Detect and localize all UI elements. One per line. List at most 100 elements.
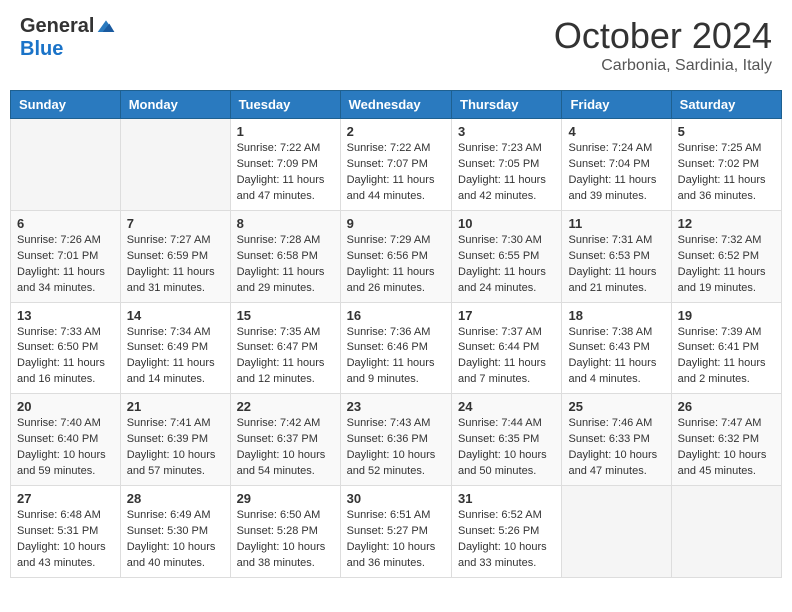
day-cell xyxy=(120,119,230,211)
day-cell: 8 Sunrise: 7:28 AMSunset: 6:58 PMDaylight… xyxy=(230,210,340,302)
day-number: 10 xyxy=(458,216,555,231)
week-row-5: 27 Sunrise: 6:48 AMSunset: 5:31 PMDayligh… xyxy=(11,486,782,578)
day-info: Sunrise: 7:33 AMSunset: 6:50 PMDaylight:… xyxy=(17,325,114,389)
week-row-3: 13 Sunrise: 7:33 AMSunset: 6:50 PMDayligh… xyxy=(11,302,782,394)
day-cell: 16Sunrise: 7:36 AMSunset: 6:46 PMDayligh… xyxy=(340,302,451,394)
day-info: Sunrise: 7:46 AMSunset: 6:33 PMDaylight:… xyxy=(568,416,664,480)
day-cell: 24Sunrise: 7:44 AMSunset: 6:35 PMDayligh… xyxy=(452,394,562,486)
day-cell: 4 Sunrise: 7:24 AMSunset: 7:04 PMDaylight… xyxy=(562,119,671,211)
day-number: 15 xyxy=(237,308,334,323)
day-info: Sunrise: 7:24 AMSunset: 7:04 PMDaylight:… xyxy=(568,141,664,205)
day-info: Sunrise: 7:42 AMSunset: 6:37 PMDaylight:… xyxy=(237,416,334,480)
day-info: Sunrise: 7:28 AMSunset: 6:58 PMDaylight:… xyxy=(237,233,334,297)
month-title: October 2024 xyxy=(554,15,772,57)
day-number: 26 xyxy=(678,399,775,414)
week-row-2: 6 Sunrise: 7:26 AMSunset: 7:01 PMDaylight… xyxy=(11,210,782,302)
day-info: Sunrise: 7:37 AMSunset: 6:44 PMDaylight:… xyxy=(458,325,555,389)
day-cell: 29 Sunrise: 6:50 AMSunset: 5:28 PMDayligh… xyxy=(230,486,340,578)
day-cell: 12Sunrise: 7:32 AMSunset: 6:52 PMDayligh… xyxy=(671,210,781,302)
weekday-header-thursday: Thursday xyxy=(452,91,562,119)
day-number: 30 xyxy=(347,491,445,506)
day-number: 1 xyxy=(237,124,334,139)
weekday-header-saturday: Saturday xyxy=(671,91,781,119)
logo-blue-text: Blue xyxy=(20,38,63,61)
day-cell: 26 Sunrise: 7:47 AMSunset: 6:32 PMDayligh… xyxy=(671,394,781,486)
day-cell: 30 Sunrise: 6:51 AMSunset: 5:27 PMDayligh… xyxy=(340,486,451,578)
logo: General Blue xyxy=(20,15,116,61)
day-number: 8 xyxy=(237,216,334,231)
day-info: Sunrise: 7:31 AMSunset: 6:53 PMDaylight:… xyxy=(568,233,664,297)
day-info: Sunrise: 6:51 AMSunset: 5:27 PMDaylight:… xyxy=(347,508,445,572)
day-number: 5 xyxy=(678,124,775,139)
day-cell: 23 Sunrise: 7:43 AMSunset: 6:36 PMDayligh… xyxy=(340,394,451,486)
day-number: 11 xyxy=(568,216,664,231)
day-number: 27 xyxy=(17,491,114,506)
day-cell: 18Sunrise: 7:38 AMSunset: 6:43 PMDayligh… xyxy=(562,302,671,394)
day-cell: 7Sunrise: 7:27 AMSunset: 6:59 PMDaylight… xyxy=(120,210,230,302)
day-number: 17 xyxy=(458,308,555,323)
day-cell: 28Sunrise: 6:49 AMSunset: 5:30 PMDayligh… xyxy=(120,486,230,578)
weekday-header-monday: Monday xyxy=(120,91,230,119)
day-info: Sunrise: 6:50 AMSunset: 5:28 PMDaylight:… xyxy=(237,508,334,572)
weekday-header-wednesday: Wednesday xyxy=(340,91,451,119)
day-number: 22 xyxy=(237,399,334,414)
day-cell: 5 Sunrise: 7:25 AMSunset: 7:02 PMDaylight… xyxy=(671,119,781,211)
week-row-4: 20 Sunrise: 7:40 AMSunset: 6:40 PMDayligh… xyxy=(11,394,782,486)
day-cell: 20 Sunrise: 7:40 AMSunset: 6:40 PMDayligh… xyxy=(11,394,121,486)
day-number: 23 xyxy=(347,399,445,414)
day-cell: 17 Sunrise: 7:37 AMSunset: 6:44 PMDayligh… xyxy=(452,302,562,394)
day-cell: 3 Sunrise: 7:23 AMSunset: 7:05 PMDaylight… xyxy=(452,119,562,211)
day-cell: 9 Sunrise: 7:29 AMSunset: 6:56 PMDaylight… xyxy=(340,210,451,302)
weekday-header-friday: Friday xyxy=(562,91,671,119)
day-cell: 10 Sunrise: 7:30 AMSunset: 6:55 PMDayligh… xyxy=(452,210,562,302)
day-info: Sunrise: 7:41 AMSunset: 6:39 PMDaylight:… xyxy=(127,416,224,480)
day-cell: 1Sunrise: 7:22 AMSunset: 7:09 PMDaylight… xyxy=(230,119,340,211)
day-info: Sunrise: 7:29 AMSunset: 6:56 PMDaylight:… xyxy=(347,233,445,297)
day-info: Sunrise: 6:48 AMSunset: 5:31 PMDaylight:… xyxy=(17,508,114,572)
day-number: 6 xyxy=(17,216,114,231)
day-number: 3 xyxy=(458,124,555,139)
day-number: 14 xyxy=(127,308,224,323)
weekday-header-sunday: Sunday xyxy=(11,91,121,119)
logo-general-text: General xyxy=(20,15,94,38)
day-cell: 11 Sunrise: 7:31 AMSunset: 6:53 PMDayligh… xyxy=(562,210,671,302)
weekday-header-tuesday: Tuesday xyxy=(230,91,340,119)
day-number: 31 xyxy=(458,491,555,506)
day-number: 4 xyxy=(568,124,664,139)
day-cell: 27 Sunrise: 6:48 AMSunset: 5:31 PMDayligh… xyxy=(11,486,121,578)
day-info: Sunrise: 7:27 AMSunset: 6:59 PMDaylight:… xyxy=(127,233,224,297)
day-cell: 21Sunrise: 7:41 AMSunset: 6:39 PMDayligh… xyxy=(120,394,230,486)
day-number: 20 xyxy=(17,399,114,414)
day-info: Sunrise: 7:35 AMSunset: 6:47 PMDaylight:… xyxy=(237,325,334,389)
day-number: 16 xyxy=(347,308,445,323)
day-cell xyxy=(562,486,671,578)
day-info: Sunrise: 7:25 AMSunset: 7:02 PMDaylight:… xyxy=(678,141,775,205)
day-cell xyxy=(11,119,121,211)
day-info: Sunrise: 7:43 AMSunset: 6:36 PMDaylight:… xyxy=(347,416,445,480)
day-info: Sunrise: 7:34 AMSunset: 6:49 PMDaylight:… xyxy=(127,325,224,389)
logo-icon xyxy=(96,17,116,37)
day-cell xyxy=(671,486,781,578)
day-number: 13 xyxy=(17,308,114,323)
day-cell: 13 Sunrise: 7:33 AMSunset: 6:50 PMDayligh… xyxy=(11,302,121,394)
day-info: Sunrise: 7:23 AMSunset: 7:05 PMDaylight:… xyxy=(458,141,555,205)
calendar-table: SundayMondayTuesdayWednesdayThursdayFrid… xyxy=(10,90,782,578)
day-number: 18 xyxy=(568,308,664,323)
title-section: October 2024 Carbonia, Sardinia, Italy xyxy=(554,15,772,75)
day-cell: 2Sunrise: 7:22 AMSunset: 7:07 PMDaylight… xyxy=(340,119,451,211)
day-info: Sunrise: 7:32 AMSunset: 6:52 PMDaylight:… xyxy=(678,233,775,297)
week-row-1: 1Sunrise: 7:22 AMSunset: 7:09 PMDaylight… xyxy=(11,119,782,211)
day-number: 29 xyxy=(237,491,334,506)
location-subtitle: Carbonia, Sardinia, Italy xyxy=(554,57,772,75)
day-info: Sunrise: 7:26 AMSunset: 7:01 PMDaylight:… xyxy=(17,233,114,297)
weekday-header-row: SundayMondayTuesdayWednesdayThursdayFrid… xyxy=(11,91,782,119)
day-cell: 31Sunrise: 6:52 AMSunset: 5:26 PMDayligh… xyxy=(452,486,562,578)
day-info: Sunrise: 7:47 AMSunset: 6:32 PMDaylight:… xyxy=(678,416,775,480)
day-cell: 22 Sunrise: 7:42 AMSunset: 6:37 PMDayligh… xyxy=(230,394,340,486)
day-number: 9 xyxy=(347,216,445,231)
day-info: Sunrise: 7:40 AMSunset: 6:40 PMDaylight:… xyxy=(17,416,114,480)
day-info: Sunrise: 7:44 AMSunset: 6:35 PMDaylight:… xyxy=(458,416,555,480)
day-cell: 15 Sunrise: 7:35 AMSunset: 6:47 PMDayligh… xyxy=(230,302,340,394)
day-info: Sunrise: 7:22 AMSunset: 7:07 PMDaylight:… xyxy=(347,141,445,205)
day-info: Sunrise: 7:30 AMSunset: 6:55 PMDaylight:… xyxy=(458,233,555,297)
